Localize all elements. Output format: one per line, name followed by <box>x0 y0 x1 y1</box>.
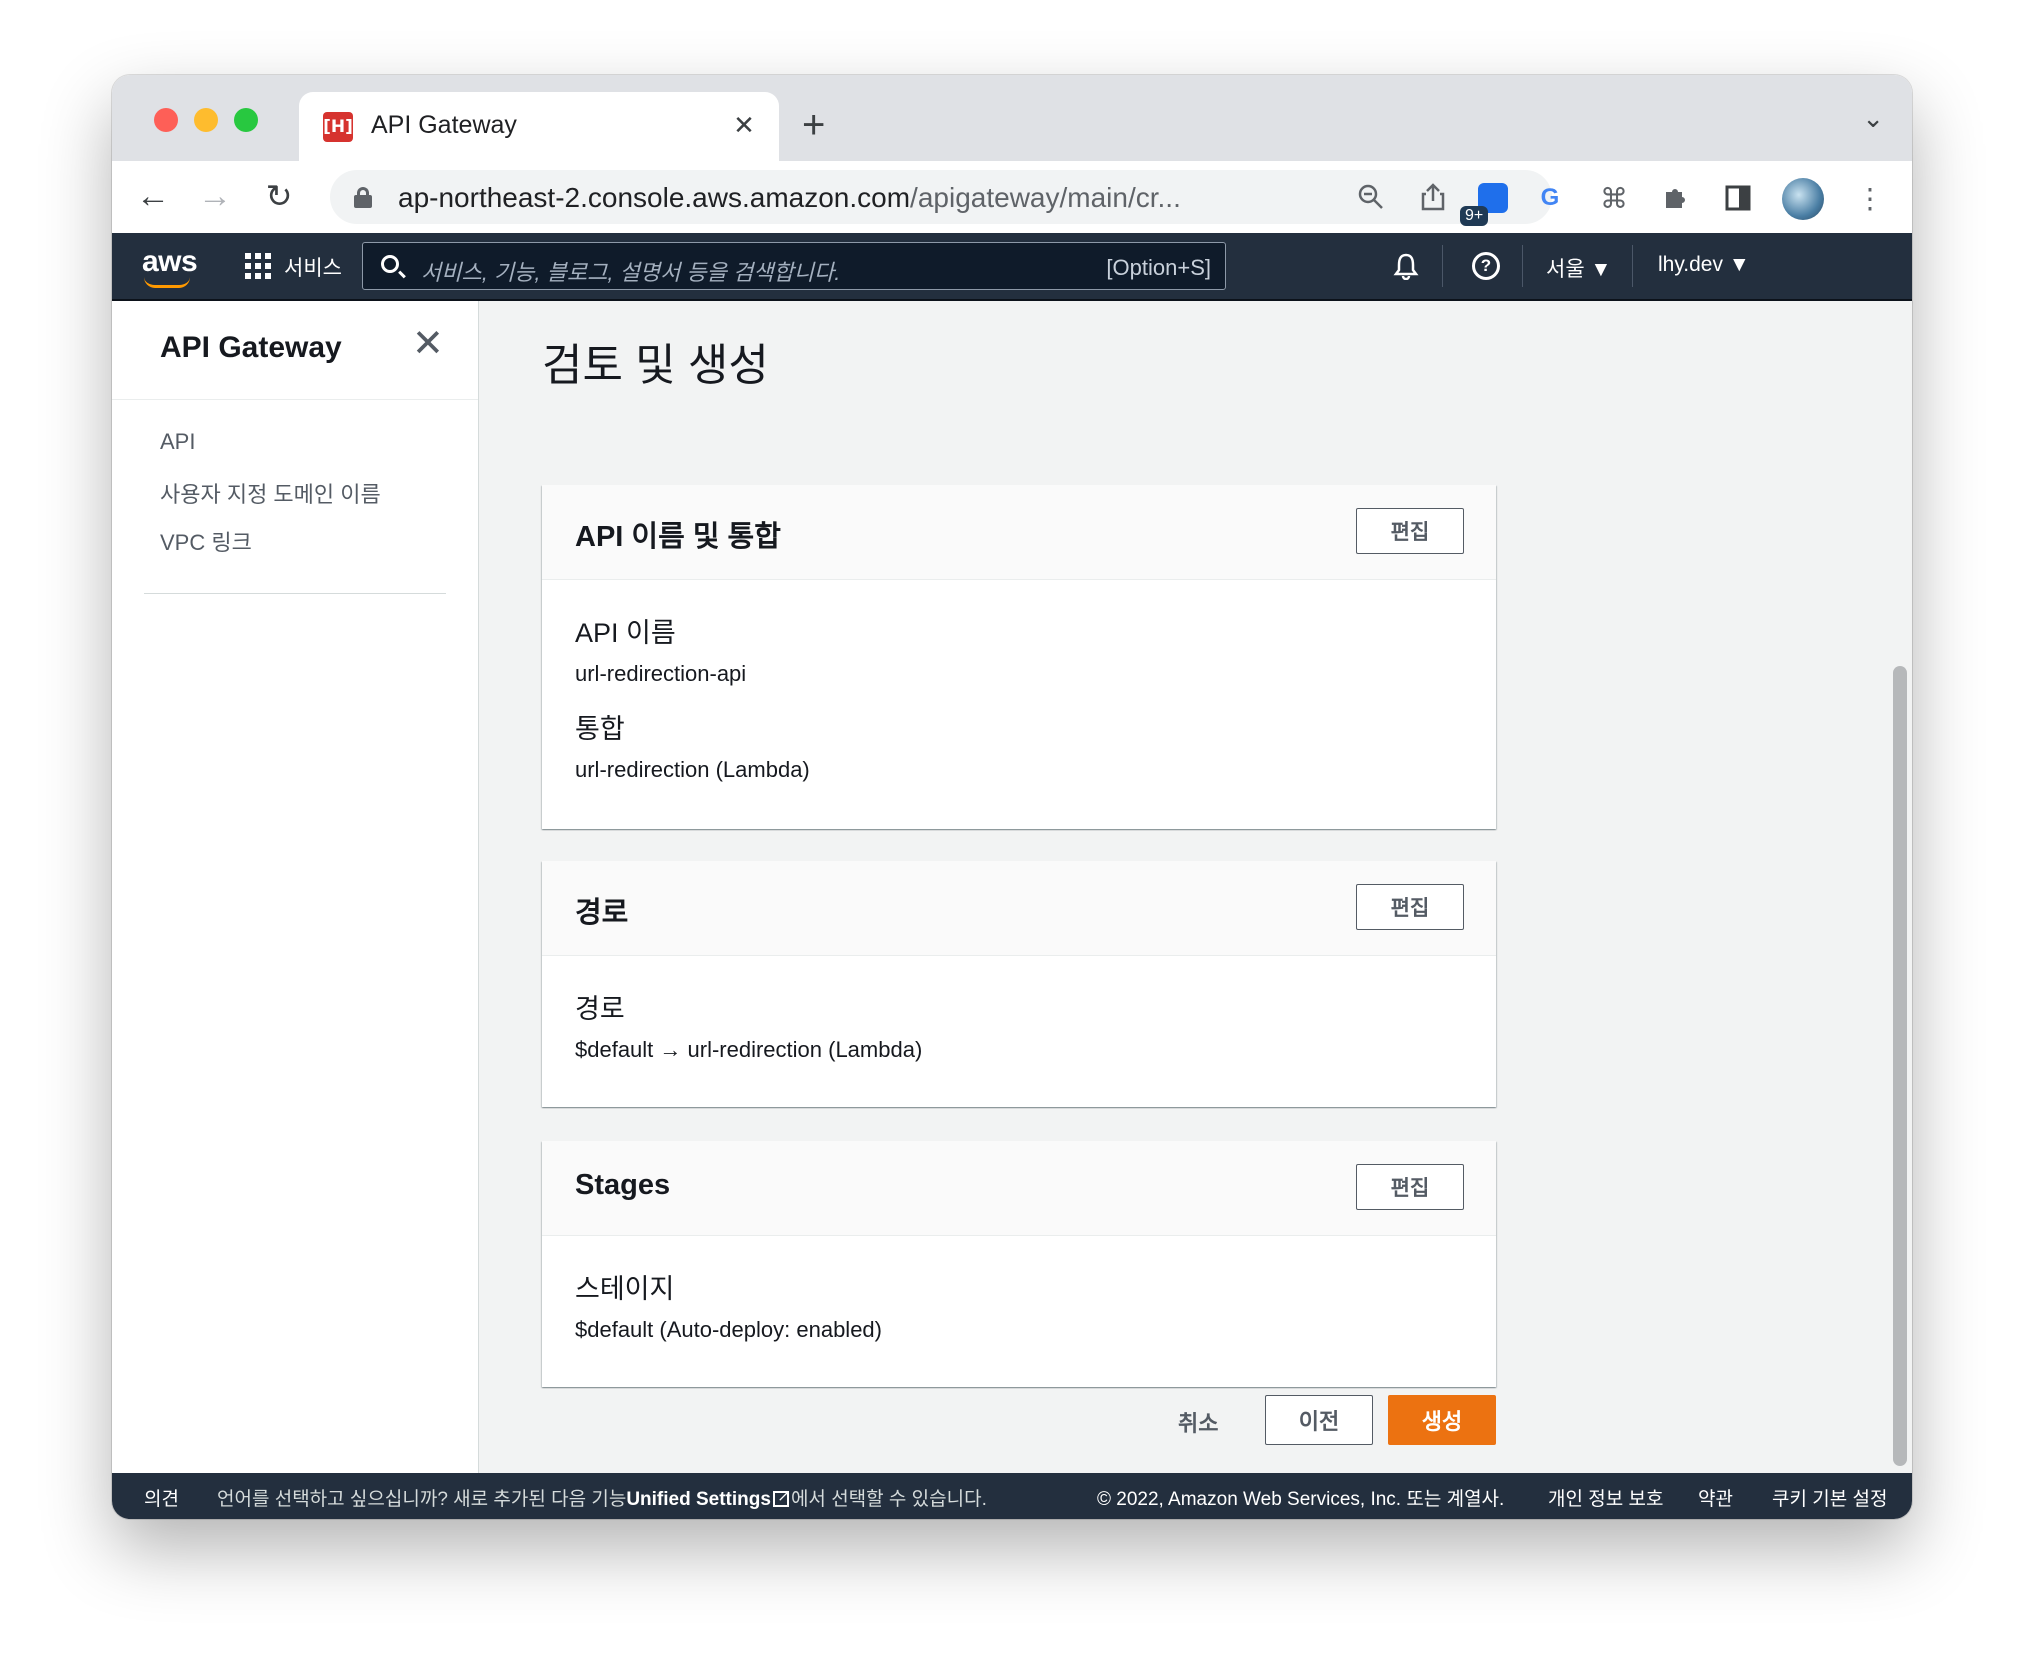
side-panel-icon[interactable] <box>1718 178 1758 218</box>
browser-menu-icon[interactable]: ⋮ <box>1850 178 1890 218</box>
window-minimize-button[interactable] <box>194 108 218 132</box>
field-value: url-redirection-api <box>575 661 747 686</box>
field-label: 통합 <box>575 714 625 744</box>
window-close-button[interactable] <box>154 108 178 132</box>
tab-title: API Gateway <box>371 111 517 139</box>
zoom-out-icon[interactable] <box>1352 178 1390 216</box>
browser-tab-api-gateway[interactable]: [H] API Gateway ✕ <box>299 92 779 161</box>
tab-close-icon[interactable]: ✕ <box>725 106 763 144</box>
nav-separator <box>1632 245 1633 287</box>
field-value: $default → url-redirection (Lambda) <box>575 1037 923 1062</box>
card-title: API 이름 및 통합 <box>575 521 781 553</box>
console-content: API Gateway ✕ API 사용자 지정 도메인 이름 VPC 링크 검… <box>112 301 1912 1473</box>
previous-button[interactable]: 이전 <box>1265 1395 1373 1445</box>
url-host: ap-northeast-2.console.aws.amazon.com <box>398 182 911 213</box>
create-button[interactable]: 생성 <box>1388 1395 1496 1445</box>
search-icon <box>381 255 399 273</box>
page-title: 검토 및 생성 <box>542 341 769 390</box>
share-icon[interactable] <box>1414 178 1452 216</box>
unified-settings-link[interactable]: Unified Settings <box>626 1489 771 1510</box>
copyright-text: © 2022, Amazon Web Services, Inc. 또는 계열사… <box>1097 1489 1505 1510</box>
reload-icon[interactable]: ↻ <box>254 171 304 221</box>
services-grid-icon[interactable] <box>245 253 271 279</box>
field-label: 경로 <box>575 994 625 1024</box>
search-placeholder: 서비스, 기능, 블로그, 설명서 등을 검색합니다. <box>421 260 841 285</box>
search-shortcut: [Option+S] <box>1106 255 1211 280</box>
address-bar[interactable]: ap-northeast-2.console.aws.amazon.com/ap… <box>330 170 1552 224</box>
field-value: $default (Auto-deploy: enabled) <box>575 1317 882 1342</box>
api-gateway-favicon-icon: [H] <box>323 112 353 142</box>
language-notice-suffix: 에서 선택할 수 있습니다. <box>790 1489 987 1510</box>
card-title: 경로 <box>575 897 629 929</box>
external-link-icon[interactable] <box>772 1486 790 1507</box>
back-arrow-icon[interactable]: ← <box>128 171 178 221</box>
nav-separator <box>1522 245 1523 287</box>
aws-logo[interactable]: aws <box>142 245 198 279</box>
console-footer: 의견 언어를 선택하고 싶으십니까? 새로 추가된 다음 기능Unified S… <box>112 1473 1912 1519</box>
terms-link[interactable]: 약관 <box>1698 1484 1733 1511</box>
extension-badge: 9+ <box>1460 206 1489 226</box>
aws-logo-smile <box>144 277 190 288</box>
card-header: Stages 편집 <box>542 1141 1496 1236</box>
browser-toolbar: ← → ↻ ap-northeast-2.console.aws.amazon.… <box>112 161 1912 233</box>
review-card-routes: 경로 편집 경로 $default → url-redirection (Lam… <box>542 861 1496 1107</box>
cookie-preferences-link[interactable]: 쿠키 기본 설정 <box>1772 1484 1887 1511</box>
card-header: 경로 편집 <box>542 861 1496 956</box>
lock-icon[interactable] <box>354 187 372 208</box>
nav-separator <box>1442 245 1443 287</box>
language-notice: 언어를 선택하고 싶으십니까? 새로 추가된 다음 기능Unified Sett… <box>217 1484 987 1511</box>
field-value: url-redirection (Lambda) <box>575 757 810 782</box>
url-path: /apigateway/main/cr... <box>910 182 1181 213</box>
review-card-stages: Stages 편집 스테이지 $default (Auto-deploy: en… <box>542 1141 1496 1387</box>
cancel-button[interactable]: 취소 <box>1178 1406 1218 1438</box>
sidebar-item-vpc-links[interactable]: VPC 링크 <box>160 525 252 557</box>
profile-avatar[interactable] <box>1782 178 1824 220</box>
new-tab-icon[interactable]: + <box>802 105 825 145</box>
aws-search-input[interactable]: 서비스, 기능, 블로그, 설명서 등을 검색합니다. [Option+S] <box>362 242 1226 290</box>
notifications-bell-icon[interactable] <box>1388 248 1424 284</box>
forward-arrow-icon[interactable]: → <box>190 171 240 221</box>
scrollbar-track[interactable] <box>1886 301 1912 1473</box>
extensions-puzzle-icon[interactable] <box>1656 178 1696 218</box>
sidebar: API Gateway ✕ API 사용자 지정 도메인 이름 VPC 링크 <box>112 301 479 1473</box>
url-text[interactable]: ap-northeast-2.console.aws.amazon.com/ap… <box>398 182 1181 214</box>
card-header: API 이름 및 통합 편집 <box>542 485 1496 580</box>
field-label: 스테이지 <box>575 1274 675 1304</box>
sidebar-item-custom-domain-names[interactable]: 사용자 지정 도메인 이름 <box>160 477 381 509</box>
window-maximize-button[interactable] <box>234 108 258 132</box>
sidebar-divider <box>144 593 446 594</box>
tab-search-chevron-icon[interactable]: ⌄ <box>1862 103 1884 134</box>
region-selector[interactable]: 서울 ▼ <box>1546 253 1611 283</box>
feedback-link[interactable]: 의견 <box>144 1484 179 1511</box>
tab-strip: [H] API Gateway ✕ + ⌄ <box>112 75 1912 161</box>
aws-top-nav: aws 서비스 서비스, 기능, 블로그, 설명서 등을 검색합니다. [Opt… <box>112 233 1912 301</box>
language-notice-prefix: 언어를 선택하고 싶으십니까? 새로 추가된 다음 기능 <box>217 1489 627 1510</box>
field-label: API 이름 <box>575 618 676 648</box>
edit-button[interactable]: 편집 <box>1356 508 1464 554</box>
google-translate-icon[interactable]: G <box>1530 178 1570 218</box>
review-card-api-name-integrations: API 이름 및 통합 편집 API 이름 url-redirection-ap… <box>542 485 1496 829</box>
sidebar-close-icon[interactable]: ✕ <box>412 325 444 363</box>
browser-window: [H] API Gateway ✕ + ⌄ ← → ↻ ap-northeast… <box>112 75 1912 1519</box>
account-menu[interactable]: lhy.dev ▼ <box>1658 253 1750 277</box>
scrollbar-thumb[interactable] <box>1893 666 1907 1466</box>
edit-button[interactable]: 편집 <box>1356 1164 1464 1210</box>
card-title: Stages <box>575 1169 671 1201</box>
privacy-link[interactable]: 개인 정보 보호 <box>1548 1484 1663 1511</box>
sidebar-item-api[interactable]: API <box>160 429 195 455</box>
command-extension-icon[interactable]: ⌘ <box>1594 178 1634 218</box>
edit-button[interactable]: 편집 <box>1356 884 1464 930</box>
services-menu-label[interactable]: 서비스 <box>284 252 342 282</box>
help-icon[interactable]: ? <box>1468 248 1504 284</box>
sidebar-title: API Gateway <box>160 331 342 364</box>
sidebar-divider <box>112 399 478 400</box>
